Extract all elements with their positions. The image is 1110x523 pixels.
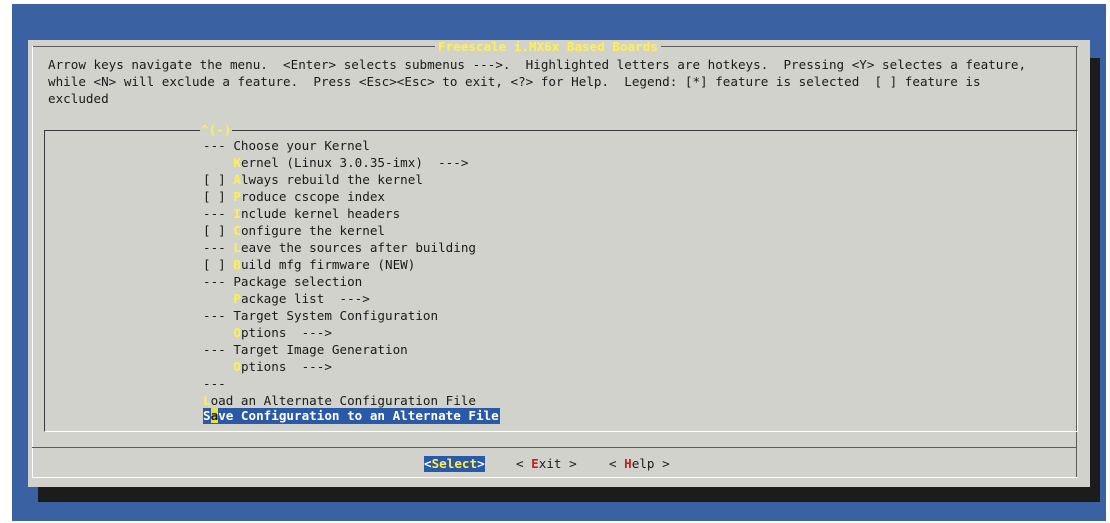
dialog-frame-left bbox=[32, 46, 33, 478]
menu-item-prefix: --- bbox=[203, 342, 234, 357]
menu-item[interactable]: Package list ---> bbox=[203, 291, 370, 307]
menu-item-prefix: --- bbox=[203, 308, 234, 323]
menu-item-prefix bbox=[203, 291, 233, 306]
menu-item-prefix bbox=[203, 155, 233, 170]
menu-item-prefix bbox=[203, 325, 233, 340]
menu-item-label: oad an Alternate Configuration File bbox=[210, 393, 476, 408]
exit-button[interactable]: < Exit > bbox=[516, 456, 577, 472]
select-button-label: Select bbox=[431, 456, 478, 471]
menu-item-prefix: --- bbox=[203, 376, 234, 391]
menu-item-hotkey: L bbox=[203, 393, 211, 408]
menu-item-label: onfigure the kernel bbox=[240, 223, 385, 238]
button-row-separator bbox=[32, 447, 1076, 448]
menu-item[interactable]: Options ---> bbox=[203, 359, 332, 375]
menu-item-prefix: --- bbox=[203, 138, 234, 153]
menu-item-hotkey: O bbox=[233, 359, 241, 374]
menu-item[interactable]: [ ] Always rebuild the kernel bbox=[203, 172, 423, 188]
menu-item[interactable]: --- Choose your Kernel bbox=[203, 138, 370, 154]
dialog-title: Freescale i.MX6x Based Boards bbox=[435, 40, 661, 54]
menu-item-prefix: [ ] bbox=[203, 189, 234, 204]
menu-item-prefix: [ ] bbox=[203, 223, 234, 238]
menu-item-label: Choose your Kernel bbox=[233, 138, 370, 153]
menu-item-label: ve Configuration to an Alternate File bbox=[218, 408, 499, 423]
menu-item[interactable]: [ ] Configure the kernel bbox=[203, 223, 385, 239]
help-button-hotkey: H bbox=[624, 456, 632, 471]
exit-button-hotkey: E bbox=[531, 456, 539, 471]
menu-item[interactable]: Options ---> bbox=[203, 325, 332, 341]
menu-item-prefix: [ ] bbox=[203, 257, 234, 272]
menu-item-label: ernel (Linux 3.0.35-imx) ---> bbox=[240, 155, 469, 170]
button-bracket: < bbox=[516, 456, 532, 471]
select-button[interactable]: <Select> bbox=[424, 456, 485, 472]
help-button[interactable]: < Help > bbox=[609, 456, 670, 472]
menu-item[interactable]: --- Target Image Generation bbox=[203, 342, 408, 358]
menu-list-box bbox=[44, 130, 1078, 432]
menu-item-prefix: --- bbox=[203, 274, 234, 289]
dialog-frame-bottom bbox=[32, 477, 1078, 478]
menu-item[interactable]: Load an Alternate Configuration File bbox=[203, 393, 476, 409]
menu-item-hotkey: C bbox=[233, 223, 241, 238]
help-button-label: elp > bbox=[631, 456, 670, 471]
menu-item-hotkey: P bbox=[233, 189, 241, 204]
menu-item[interactable]: --- Package selection bbox=[203, 274, 362, 290]
menu-item-label: eave the sources after building bbox=[240, 240, 476, 255]
menu-item-prefix: --- bbox=[203, 206, 234, 221]
help-text: Arrow keys navigate the menu. <Enter> se… bbox=[48, 57, 1027, 106]
menu-item-hotkey: O bbox=[233, 325, 241, 340]
menu-item-label: Target System Configuration bbox=[233, 308, 439, 323]
menu-item[interactable]: --- Target System Configuration bbox=[203, 308, 438, 324]
menu-item-hotkey: P bbox=[233, 291, 241, 306]
menu-item-hotkey: A bbox=[233, 172, 241, 187]
menu-item-label: roduce cscope index bbox=[240, 189, 385, 204]
menu-item-selected[interactable]: Save Configuration to an Alternate File bbox=[203, 408, 500, 424]
menu-item[interactable]: --- bbox=[203, 376, 233, 392]
menu-item-prefix: --- bbox=[203, 240, 234, 255]
scroll-up-indicator: ^(-) bbox=[200, 122, 233, 137]
menu-item[interactable]: Kernel (Linux 3.0.35-imx) ---> bbox=[203, 155, 468, 171]
menu-item-prefix: [ ] bbox=[203, 172, 234, 187]
menu-item-prefix: S bbox=[203, 408, 211, 423]
menu-item-label: nclude kernel headers bbox=[240, 206, 401, 221]
menu-item[interactable]: --- Include kernel headers bbox=[203, 206, 400, 222]
button-bracket: < bbox=[609, 456, 625, 471]
menu-item-label: ptions ---> bbox=[240, 359, 332, 374]
menu-item[interactable]: --- Leave the sources after building bbox=[203, 240, 476, 256]
menu-item-hotkey: L bbox=[233, 240, 241, 255]
menu-item-hotkey: B bbox=[233, 257, 241, 272]
menu-item[interactable]: [ ] Build mfg firmware (NEW) bbox=[203, 257, 415, 273]
menu-item-prefix bbox=[203, 359, 233, 374]
menu-item-label: ackage list ---> bbox=[240, 291, 370, 306]
menu-item-label: uild mfg firmware (NEW) bbox=[240, 257, 416, 272]
menu-item-label: lways rebuild the kernel bbox=[240, 172, 423, 187]
menu-item-hotkey: K bbox=[233, 155, 241, 170]
menu-item-label: ptions ---> bbox=[240, 325, 332, 340]
menu-item-hotkey: I bbox=[233, 206, 241, 221]
menu-item-label: Target Image Generation bbox=[233, 342, 408, 357]
button-bracket: < bbox=[424, 456, 432, 471]
exit-button-label: xit > bbox=[538, 456, 577, 471]
menu-item[interactable]: [ ] Produce cscope index bbox=[203, 189, 385, 205]
button-bracket: > bbox=[477, 456, 485, 471]
menu-item-label: Package selection bbox=[233, 274, 363, 289]
